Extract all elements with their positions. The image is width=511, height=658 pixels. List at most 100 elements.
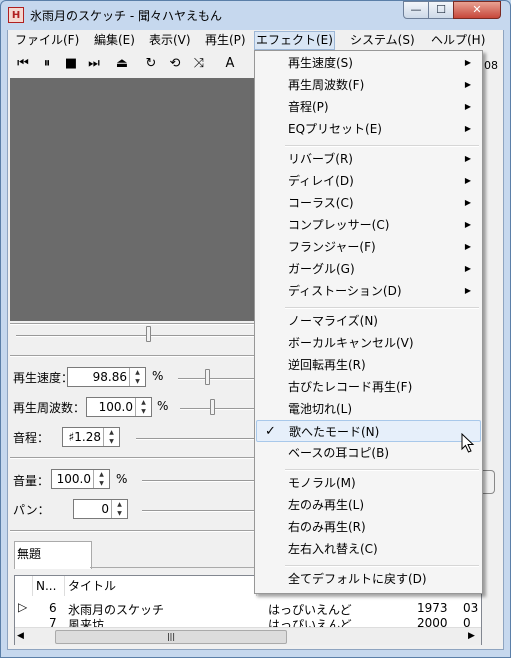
frequency-slider-track[interactable]: [180, 408, 254, 410]
minimize-button[interactable]: —: [403, 1, 429, 19]
menu-separator: [285, 145, 479, 147]
speed-spin-arrows[interactable]: ▲ ▼: [129, 368, 145, 386]
random-icon[interactable]: ⤨: [190, 56, 208, 72]
pan-value[interactable]: 0: [101, 502, 109, 516]
pitch-slider-track[interactable]: [136, 438, 254, 440]
column-header-title[interactable]: タイトル: [65, 576, 257, 596]
menu-item-low-battery[interactable]: 電池切れ(L): [256, 398, 481, 420]
menu-item-bad-singer-mode[interactable]: ✓ 歌へたモード(N): [256, 420, 481, 442]
pause-icon[interactable]: ⏸: [38, 56, 56, 72]
speed-value[interactable]: 98.86: [93, 370, 127, 384]
menu-separator: [285, 469, 479, 471]
submenu-arrow-icon: ▶: [464, 154, 471, 163]
divider: [10, 355, 254, 357]
column-header-marker[interactable]: [15, 576, 33, 596]
scroll-right-icon[interactable]: ▶: [468, 631, 475, 641]
scroll-left-icon[interactable]: ◀: [17, 631, 24, 641]
volume-spinbox[interactable]: 100.0 ▲ ▼: [51, 469, 110, 489]
menu-item-mono[interactable]: モノラル(M): [256, 472, 481, 494]
menu-play[interactable]: 再生(P): [204, 32, 247, 49]
menu-item-delay[interactable]: ディレイ(D) ▶: [256, 170, 481, 192]
menu-item-flanger[interactable]: フランジャー(F) ▶: [256, 236, 481, 258]
menu-edit[interactable]: 編集(E): [93, 32, 136, 49]
row-extra: 0: [463, 618, 471, 627]
checkmark-icon: ✓: [265, 424, 276, 439]
pitch-spinbox[interactable]: ♯1.28 ▲ ▼: [62, 427, 120, 447]
row-number: 6: [49, 601, 57, 615]
menu-item-reverse[interactable]: 逆回転再生(R): [256, 354, 481, 376]
playlist-tab-label[interactable]: 無題: [17, 545, 41, 562]
speed-unit: %: [152, 369, 164, 383]
submenu-arrow-icon: ▶: [464, 176, 471, 185]
submenu-arrow-icon: ▶: [464, 220, 471, 229]
frequency-spin-arrows[interactable]: ▲ ▼: [135, 398, 151, 416]
position-slider-thumb[interactable]: [146, 326, 151, 342]
divider: [10, 530, 254, 532]
row-extra: 03: [463, 601, 479, 615]
row-artist: はっぴいえんど: [268, 618, 352, 627]
skip-back-icon[interactable]: ⏮: [14, 56, 32, 72]
pan-slider-track[interactable]: [142, 510, 254, 512]
menu-item-left-only[interactable]: 左のみ再生(L): [256, 494, 481, 516]
pan-label: パン：: [13, 503, 50, 517]
speed-label: 再生速度：: [13, 371, 74, 385]
menu-item-frequency[interactable]: 再生周波数(F) ▶: [256, 74, 481, 96]
menu-item-vocal-cancel[interactable]: ボーカルキャンセル(V): [256, 332, 481, 354]
frequency-label: 再生周波数：: [13, 401, 86, 415]
menu-item-pitch[interactable]: 音程(P) ▶: [256, 96, 481, 118]
menu-item-gargle[interactable]: ガーグル(G) ▶: [256, 258, 481, 280]
pitch-spin-arrows[interactable]: ▲ ▼: [103, 428, 119, 446]
menu-effect[interactable]: エフェクト(E): [254, 31, 335, 50]
close-button[interactable]: ✕: [453, 1, 501, 19]
position-slider-track[interactable]: [16, 335, 254, 337]
volume-slider-track[interactable]: [142, 480, 254, 482]
menu-view[interactable]: 表示(V): [148, 32, 192, 49]
menu-file[interactable]: ファイル(F): [14, 32, 80, 49]
menu-item-compressor[interactable]: コンプレッサー(C) ▶: [256, 214, 481, 236]
menu-item-swap-channels[interactable]: 左右入れ替え(C): [256, 538, 481, 560]
frequency-spinbox[interactable]: 100.0 ▲ ▼: [86, 397, 152, 417]
submenu-arrow-icon: ▶: [464, 264, 471, 273]
text-a-icon[interactable]: A: [221, 56, 239, 72]
speed-slider-thumb[interactable]: [205, 369, 210, 385]
column-header-number[interactable]: N...: [33, 576, 65, 596]
eject-icon[interactable]: ⏏: [113, 56, 131, 72]
scroll-thumb[interactable]: |||: [55, 630, 287, 644]
menu-item-normalize[interactable]: ノーマライズ(N): [256, 310, 481, 332]
menu-item-distortion[interactable]: ディストーション(D) ▶: [256, 280, 481, 302]
speed-spinbox[interactable]: 98.86 ▲ ▼: [67, 367, 146, 387]
pan-spinbox[interactable]: 0 ▲ ▼: [73, 499, 128, 519]
row-year: 1973: [417, 601, 448, 615]
volume-spin-arrows[interactable]: ▲ ▼: [93, 470, 109, 488]
pan-spin-arrows[interactable]: ▲ ▼: [111, 500, 127, 518]
horizontal-scrollbar[interactable]: ◀ ||| ▶: [15, 627, 481, 645]
table-row-partial[interactable]: 7 風来坊 はっぴいえんど 2000 0: [15, 618, 481, 627]
menu-item-eq-preset[interactable]: EQプリセット(E) ▶: [256, 118, 481, 140]
pitch-label: 音程：: [13, 431, 50, 445]
loop-all-icon[interactable]: ⟲: [166, 56, 184, 72]
volume-value[interactable]: 100.0: [57, 472, 91, 486]
menu-item-reset-all[interactable]: 全てデフォルトに戻す(D): [256, 568, 481, 590]
menu-item-bass-copy[interactable]: ベースの耳コピ(B): [256, 442, 481, 464]
menu-item-chorus[interactable]: コーラス(C) ▶: [256, 192, 481, 214]
menu-item-speed[interactable]: 再生速度(S) ▶: [256, 52, 481, 74]
menu-item-right-only[interactable]: 右のみ再生(R): [256, 516, 481, 538]
menu-item-old-record[interactable]: 古びたレコード再生(F): [256, 376, 481, 398]
skip-forward-icon[interactable]: ⏭: [85, 56, 103, 72]
frequency-value[interactable]: 100.0: [99, 400, 133, 414]
now-playing-icon: ▷: [18, 600, 28, 614]
menu-system[interactable]: システム(S): [349, 32, 416, 49]
submenu-arrow-icon: ▶: [464, 102, 471, 111]
menu-item-reverb[interactable]: リバーブ(R) ▶: [256, 148, 481, 170]
maximize-button[interactable]: ☐: [428, 1, 454, 19]
menu-help[interactable]: ヘルプ(H): [430, 32, 486, 49]
loop-single-icon[interactable]: ↻: [142, 56, 160, 72]
stop-icon[interactable]: ■: [62, 56, 80, 72]
frequency-slider-thumb[interactable]: [210, 399, 215, 415]
row-year: 2000: [417, 618, 448, 627]
menu-separator: [285, 307, 479, 309]
volume-slider-thumb[interactable]: [482, 470, 495, 494]
pitch-value[interactable]: ♯1.28: [68, 430, 101, 444]
speed-slider-track[interactable]: [178, 378, 254, 380]
window-title: 氷雨月のスケッチ - 聞々ハヤえもん: [30, 9, 222, 23]
